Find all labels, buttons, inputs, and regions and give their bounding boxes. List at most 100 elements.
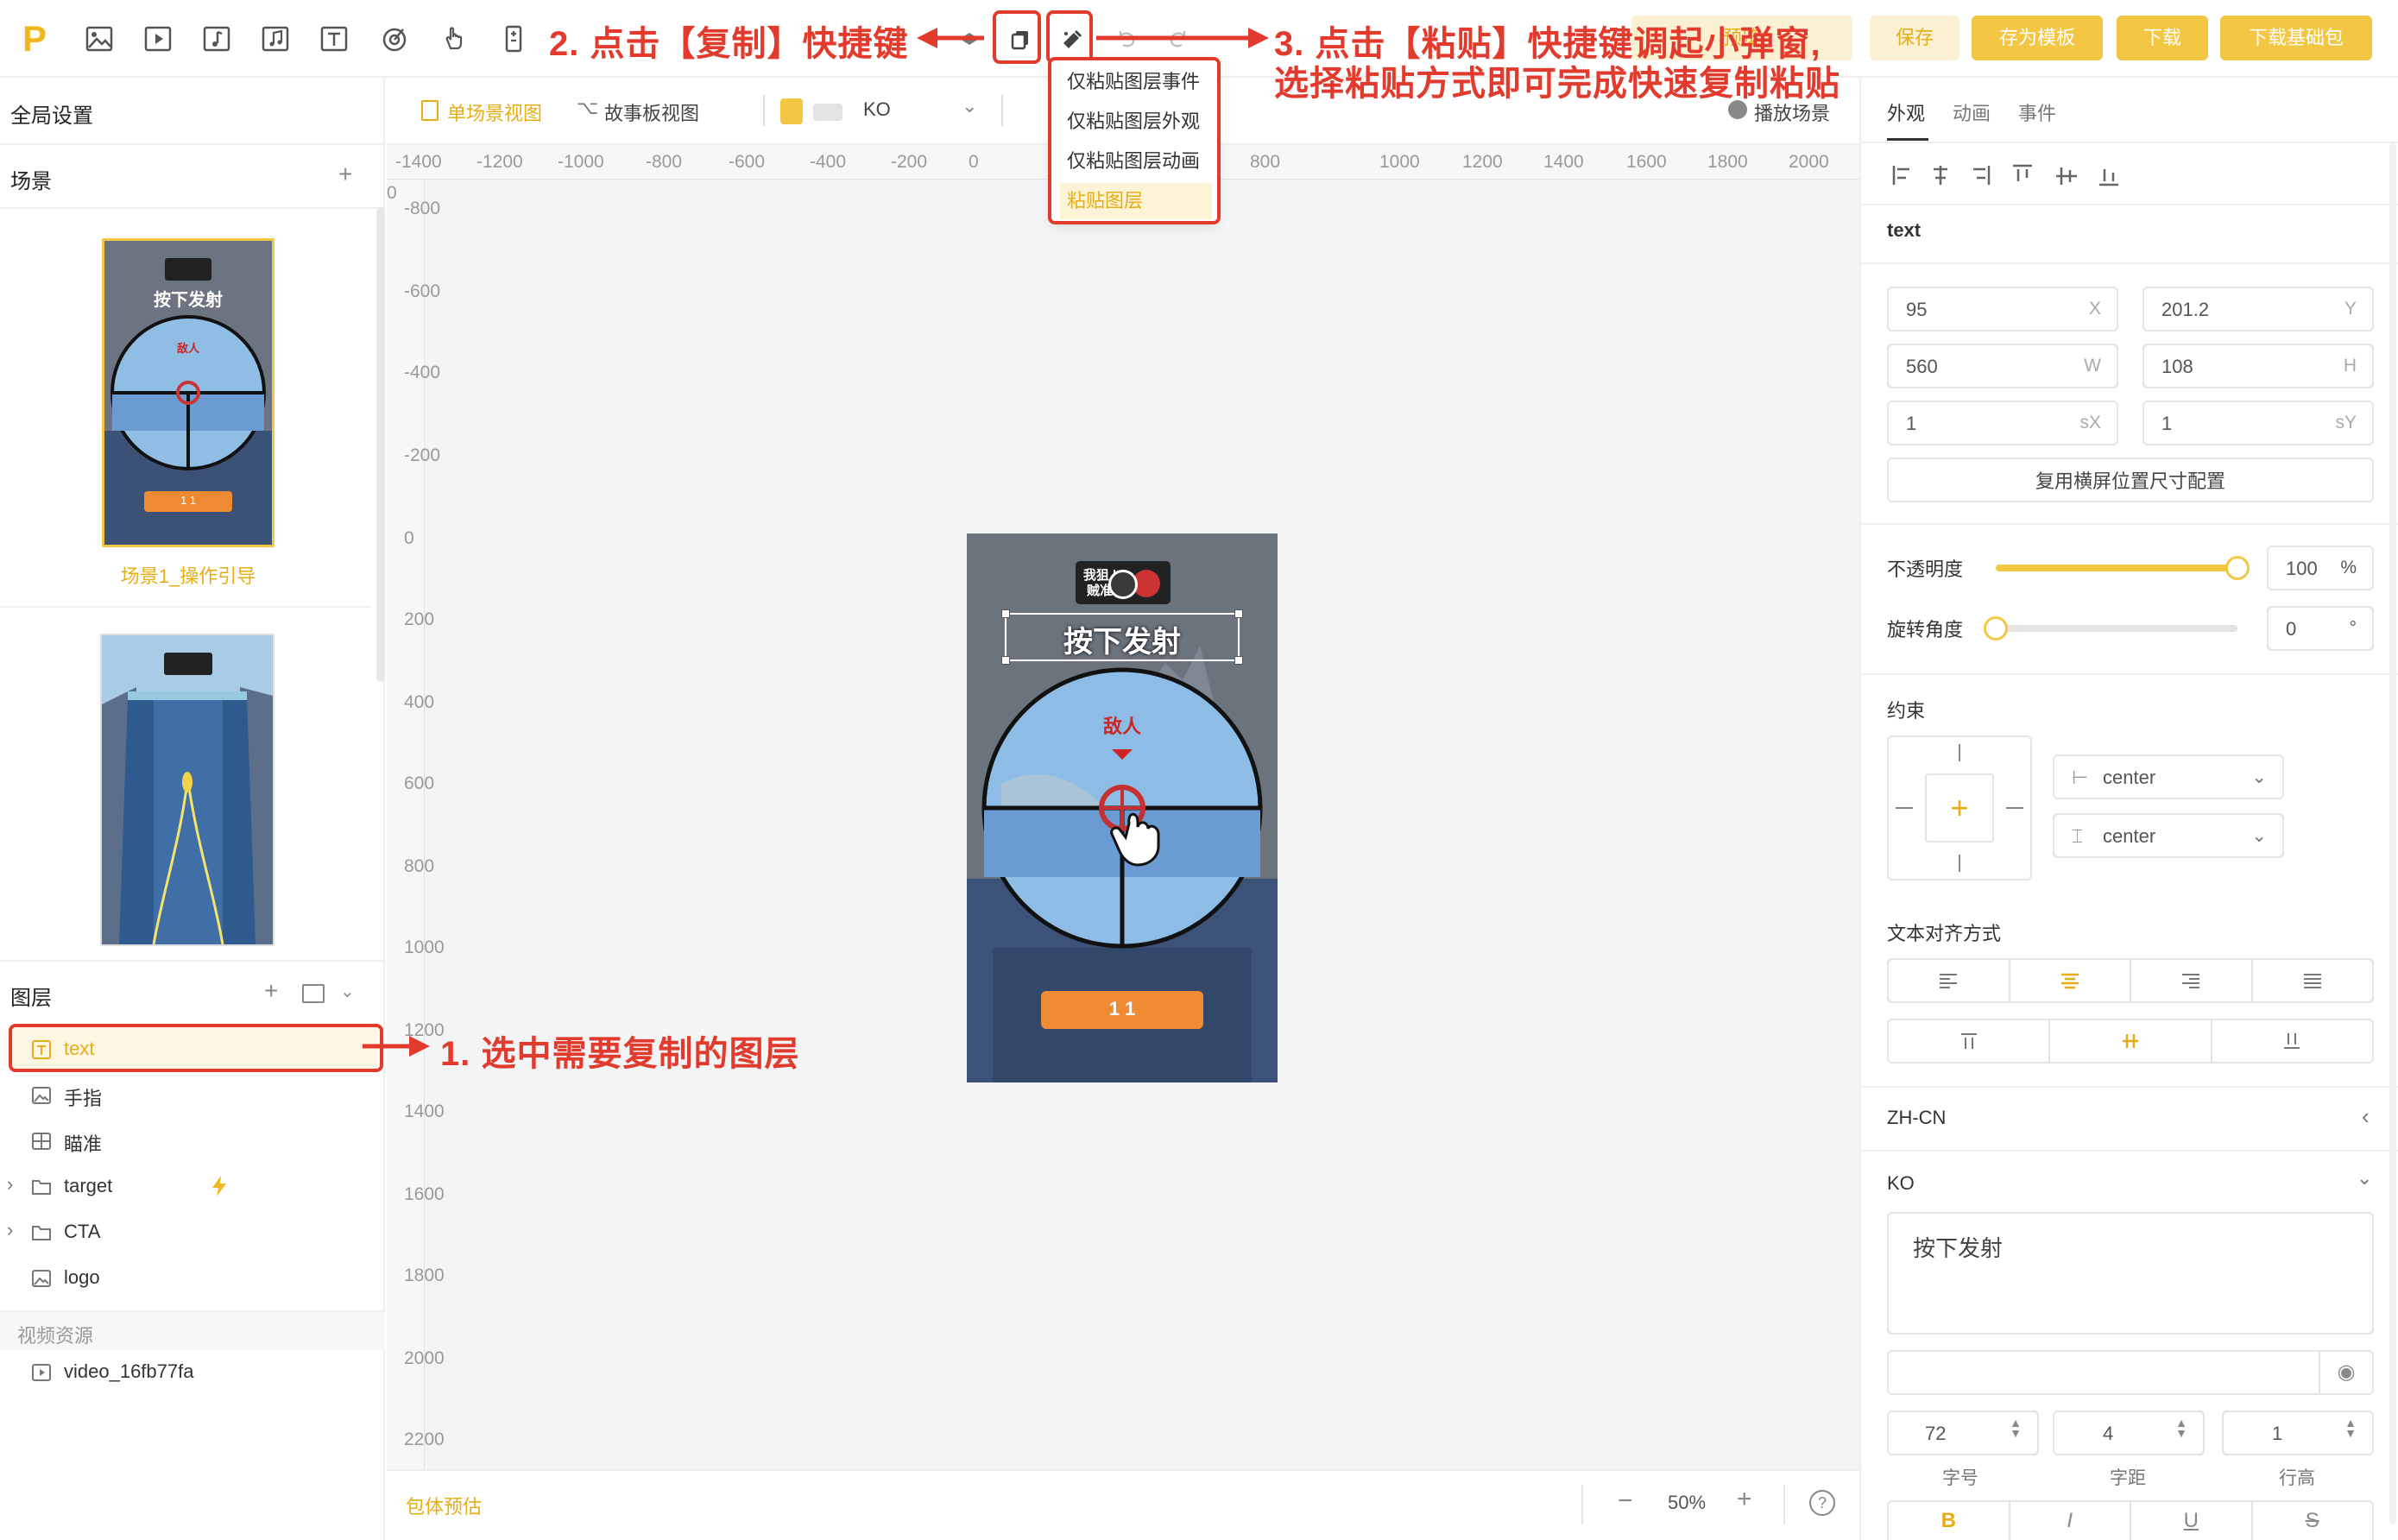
video-item[interactable]: video_16fb77fa	[10, 1350, 378, 1393]
chevron-left-icon[interactable]: ‹	[2362, 1103, 2370, 1130]
underline-button[interactable]: U	[2131, 1502, 2253, 1540]
reuse-landscape-config-button[interactable]: 复用横屏位置尺寸配置	[1887, 458, 2374, 502]
align-toolbar[interactable]	[1889, 161, 2372, 190]
constraint-top-line[interactable]	[1959, 744, 1960, 761]
storyboard-view-tab[interactable]: 故事板视图	[604, 98, 699, 126]
layer-row-target[interactable]: › target	[7, 1164, 378, 1208]
download-base-button[interactable]: 下载基础包	[2220, 16, 2372, 60]
rotation-slider-thumb[interactable]	[1984, 616, 2008, 641]
undo-icon[interactable]	[1110, 22, 1143, 55]
tab-appearance[interactable]: 外观	[1887, 98, 1925, 126]
layer-row-logo[interactable]: logo	[10, 1256, 378, 1299]
chevron-right-icon[interactable]: ›	[7, 1219, 13, 1241]
text-content-input[interactable]: 按下发射	[1887, 1212, 2374, 1335]
package-estimate-link[interactable]: 包体预估	[406, 1492, 482, 1519]
add-scene-icon[interactable]: +	[338, 161, 352, 188]
folder-add-icon[interactable]	[302, 984, 325, 1003]
sy-field[interactable]: 1 sY	[2142, 401, 2374, 445]
align-middle-button[interactable]	[2050, 1020, 2212, 1062]
tab-events[interactable]: 事件	[2018, 98, 2056, 126]
phone-preview[interactable]: 我狙 | 贼准 按下发射 敌人 1 1	[967, 533, 1278, 1082]
help-icon[interactable]: ?	[1809, 1490, 1835, 1516]
chevron-down-icon[interactable]: ⌄	[962, 95, 977, 117]
rotation-slider[interactable]	[1984, 616, 2237, 641]
device-tool-icon[interactable]	[497, 22, 530, 55]
download-button[interactable]: 下载	[2117, 16, 2208, 60]
stepper-arrows-icon[interactable]: ▲ ▼	[2010, 1417, 2022, 1439]
scene-scrollbar[interactable]	[376, 207, 385, 682]
color-picker-icon[interactable]: ◉	[2319, 1352, 2372, 1393]
italic-button[interactable]: I	[2010, 1502, 2131, 1540]
zoom-in-button[interactable]: +	[1737, 1485, 1752, 1514]
strikethrough-button[interactable]: S	[2253, 1502, 2373, 1540]
video-tool-icon[interactable]	[142, 22, 174, 55]
layer-row-aim[interactable]: 瞄准	[10, 1119, 378, 1162]
opacity-slider-thumb[interactable]	[2225, 556, 2250, 580]
gesture-tool-icon[interactable]	[437, 22, 470, 55]
add-layer-icon[interactable]: +	[264, 977, 278, 1005]
audio-tool-icon[interactable]	[200, 22, 233, 55]
align-top-button[interactable]	[1889, 1020, 2051, 1062]
resize-handle[interactable]	[1001, 609, 1010, 618]
save-button[interactable]: 保存	[1870, 16, 1959, 60]
align-right-button[interactable]	[2131, 960, 2253, 1001]
align-center-button[interactable]	[2010, 960, 2131, 1001]
rotation-field[interactable]: 0 °	[2267, 606, 2374, 651]
tab-animation[interactable]: 动画	[1953, 98, 1991, 126]
scene-thumb-1[interactable]: 按下发射 敌人 1 1	[102, 238, 275, 547]
color-swatch-yellow[interactable]	[780, 98, 803, 124]
align-bottom-button[interactable]	[2212, 1020, 2372, 1062]
layer-row-finger[interactable]: 手指	[10, 1073, 378, 1116]
letter-spacing-stepper[interactable]: 4 ▲ ▼	[2053, 1411, 2205, 1455]
scene-thumb-2[interactable]	[100, 634, 275, 946]
resize-handle[interactable]	[1234, 656, 1243, 665]
target-tool-icon[interactable]	[378, 22, 411, 55]
constraint-widget[interactable]: +	[1887, 735, 2032, 880]
zoom-out-button[interactable]: −	[1618, 1486, 1633, 1516]
redo-icon[interactable]	[1162, 22, 1195, 55]
resize-handle[interactable]	[1234, 609, 1243, 618]
language-select[interactable]: KO	[863, 98, 891, 121]
font-style-toolbar[interactable]: B I U S	[1887, 1500, 2374, 1540]
music-tool-icon[interactable]	[259, 22, 292, 55]
align-justify-button[interactable]	[2253, 960, 2373, 1001]
selection-box[interactable]	[1001, 609, 1243, 665]
stepper-arrows-icon[interactable]: ▲ ▼	[2344, 1417, 2357, 1439]
chevron-right-icon[interactable]: ›	[7, 1173, 13, 1196]
scene-1-name[interactable]: 场景1_操作引导	[0, 561, 376, 589]
chevron-down-icon[interactable]: ⌄	[2357, 1167, 2372, 1190]
text-align-vertical[interactable]	[1887, 1019, 2374, 1063]
opacity-field[interactable]: 100%	[2267, 546, 2374, 590]
constraint-bottom-line[interactable]	[1959, 855, 1960, 872]
image-tool-icon[interactable]	[83, 22, 116, 55]
stepper-arrows-icon[interactable]: ▲ ▼	[2175, 1417, 2187, 1439]
bold-button[interactable]: B	[1889, 1502, 2010, 1540]
single-scene-view-tab[interactable]: 单场景视图	[447, 98, 542, 126]
opacity-slider[interactable]	[1996, 556, 2250, 580]
constraint-vertical-select[interactable]: ⌶ center ⌄	[2053, 813, 2284, 858]
constraint-horizontal-select[interactable]: ⊢ center ⌄	[2053, 754, 2284, 799]
global-settings[interactable]: 全局设置	[10, 98, 93, 129]
layer-row-cta[interactable]: › CTA	[7, 1210, 378, 1253]
constraint-left-line[interactable]	[1896, 807, 1913, 809]
align-left-button[interactable]	[1889, 960, 2010, 1001]
lang-ko-section[interactable]: KO	[1887, 1172, 1915, 1195]
text-tool-icon[interactable]	[318, 22, 350, 55]
panel-scrollbar[interactable]	[2389, 143, 2396, 1524]
chevron-down-icon[interactable]: ⌄	[340, 981, 355, 1002]
resize-handle[interactable]	[1001, 656, 1010, 665]
layers-icon[interactable]	[953, 22, 986, 55]
constraint-center-plus-icon[interactable]: +	[1925, 773, 1994, 843]
line-height-stepper[interactable]: 1 ▲ ▼	[2222, 1411, 2374, 1455]
color-swatch-gray[interactable]	[813, 104, 842, 121]
constraint-right-line[interactable]	[2006, 807, 2023, 809]
text-align-horizontal[interactable]	[1887, 958, 2374, 1003]
x-field[interactable]: 95 X	[1887, 287, 2118, 331]
h-field[interactable]: 108 H	[2142, 344, 2374, 388]
lang-zh-section[interactable]: ZH-CN	[1887, 1107, 1946, 1129]
save-template-button[interactable]: 存为模板	[1972, 16, 2103, 60]
font-size-stepper[interactable]: 72 ▲ ▼	[1887, 1411, 2039, 1455]
sx-field[interactable]: 1 sX	[1887, 401, 2118, 445]
w-field[interactable]: 560 W	[1887, 344, 2118, 388]
rotate-handle-icon[interactable]	[1108, 570, 1138, 599]
